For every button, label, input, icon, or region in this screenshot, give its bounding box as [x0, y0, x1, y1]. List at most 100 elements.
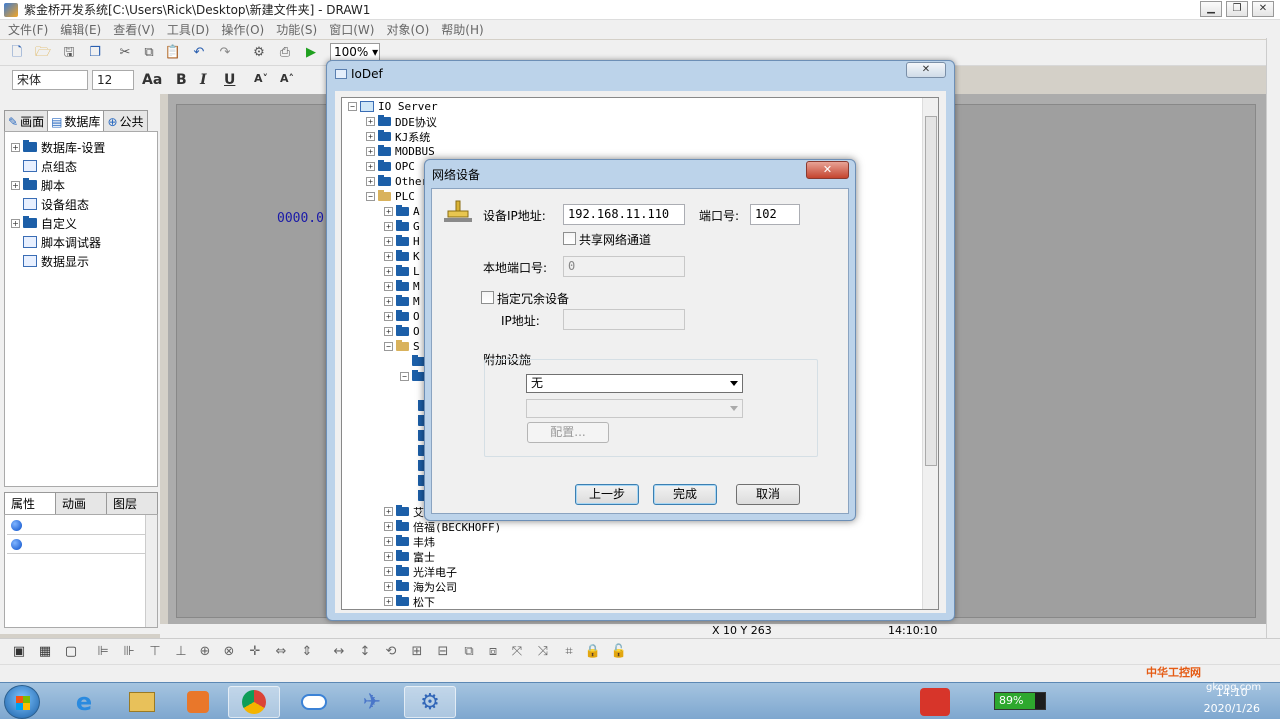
- tree-item-other[interactable]: + Other: [366, 174, 428, 189]
- expand-icon[interactable]: +: [384, 267, 393, 276]
- back-button[interactable]: 上一步: [575, 484, 639, 505]
- mail-icon[interactable]: ✈: [346, 686, 398, 718]
- copy-icon[interactable]: ⧉: [140, 44, 158, 62]
- tree-item-plc-o2[interactable]: + O: [384, 324, 420, 339]
- font-style-icon[interactable]: Aa: [142, 72, 162, 88]
- config-button[interactable]: 配置...: [527, 422, 609, 443]
- tree-item-plc-s[interactable]: − S: [384, 339, 420, 354]
- same-height-icon[interactable]: ⇕: [298, 643, 316, 661]
- font-size-select[interactable]: 12: [92, 70, 134, 90]
- tree-item-plc-m2[interactable]: + M: [384, 294, 420, 309]
- align-bottom-icon[interactable]: ⊥: [172, 643, 190, 661]
- underline-icon[interactable]: U: [224, 72, 235, 88]
- tree-item-plc-k[interactable]: + K: [384, 249, 420, 264]
- app-tray-icon[interactable]: [920, 688, 950, 716]
- fit-icon[interactable]: ▢: [62, 643, 80, 661]
- compile-icon[interactable]: ⚙: [250, 44, 268, 62]
- battery-indicator[interactable]: 89%: [994, 692, 1046, 710]
- tree-item-plc-a[interactable]: + A: [384, 204, 420, 219]
- tree-item-plc[interactable]: − PLC: [366, 189, 415, 204]
- undo-icon[interactable]: ↶: [190, 44, 208, 62]
- menu-file[interactable]: 文件(F): [2, 21, 54, 38]
- expand-icon[interactable]: +: [384, 552, 393, 561]
- tree-item-custom[interactable]: + 自定义: [11, 214, 77, 232]
- menu-window[interactable]: 窗口(W): [323, 21, 380, 38]
- connect-icon[interactable]: ⤧: [508, 643, 526, 661]
- rotate-icon[interactable]: ⟲: [382, 643, 400, 661]
- explorer-icon[interactable]: [116, 686, 168, 718]
- expand-icon[interactable]: +: [11, 218, 20, 228]
- view-mode-icon[interactable]: ▣: [10, 643, 28, 661]
- tree-item-beckhoff[interactable]: + 倍福(BECKHOFF): [384, 519, 501, 534]
- tab-public[interactable]: ⊕ 公共: [103, 110, 148, 133]
- expand-icon[interactable]: +: [384, 222, 393, 231]
- start-button[interactable]: [4, 685, 40, 719]
- align-left-icon[interactable]: ⊫: [94, 643, 112, 661]
- tree-item-plc-m1[interactable]: + M: [384, 279, 420, 294]
- expand-icon[interactable]: +: [384, 567, 393, 576]
- print-icon[interactable]: ⎙: [276, 44, 294, 62]
- expand-icon[interactable]: +: [366, 177, 375, 186]
- collapse-icon[interactable]: −: [366, 192, 375, 201]
- expand-icon[interactable]: +: [366, 162, 375, 171]
- addon-select[interactable]: 无: [526, 374, 743, 393]
- grow-font-icon[interactable]: A˄: [280, 72, 294, 85]
- expand-icon[interactable]: +: [384, 237, 393, 246]
- tree-item-device-config[interactable]: 设备组态: [23, 195, 89, 213]
- vertical-scrollbar[interactable]: [1266, 38, 1280, 638]
- ie-icon[interactable]: e: [58, 686, 110, 718]
- baidu-cloud-icon[interactable]: [288, 686, 340, 718]
- finish-button[interactable]: 完成: [653, 484, 717, 505]
- expand-icon[interactable]: +: [384, 537, 393, 546]
- menu-operation[interactable]: 操作(O): [215, 21, 270, 38]
- tree-item-fengwei[interactable]: + 丰炜: [384, 534, 435, 549]
- expand-icon[interactable]: +: [366, 132, 375, 141]
- flip-v-icon[interactable]: ↕: [356, 643, 374, 661]
- horizontal-scrollbar[interactable]: [0, 664, 1280, 682]
- property-row[interactable]: [7, 536, 145, 554]
- expand-icon[interactable]: +: [384, 312, 393, 321]
- tree-item-kj[interactable]: + KJ系统: [366, 129, 430, 144]
- menu-tools[interactable]: 工具(D): [161, 21, 216, 38]
- tree-item-plc-h[interactable]: + H: [384, 234, 420, 249]
- expand-icon[interactable]: +: [384, 207, 393, 216]
- redo-icon[interactable]: ↷: [216, 44, 234, 62]
- tree-item-dde[interactable]: + DDE协议: [366, 114, 437, 129]
- tab-layers[interactable]: 图层: [106, 492, 158, 515]
- expand-icon[interactable]: +: [384, 582, 393, 591]
- tree-item-data-display[interactable]: 数据显示: [23, 252, 89, 270]
- unlock-icon[interactable]: 🔓: [610, 643, 628, 661]
- tree-item-io-server[interactable]: − IO Server: [348, 99, 438, 114]
- same-width-icon[interactable]: ⇔: [272, 643, 290, 661]
- tab-animation[interactable]: 动画: [55, 492, 107, 515]
- chrome-icon[interactable]: [228, 686, 280, 718]
- run-icon[interactable]: ▶: [302, 44, 320, 62]
- expand-icon[interactable]: +: [366, 147, 375, 156]
- io-tree-scrollbar[interactable]: [922, 98, 938, 609]
- tab-database[interactable]: ▤ 数据库: [47, 110, 105, 133]
- expand-icon[interactable]: +: [11, 142, 20, 152]
- align-right-icon[interactable]: ⊪: [120, 643, 138, 661]
- share-channel-checkbox[interactable]: [563, 232, 576, 245]
- expand-icon[interactable]: +: [366, 117, 375, 126]
- property-scrollbar[interactable]: [145, 515, 157, 627]
- tree-item-fuji[interactable]: + 富士: [384, 549, 435, 564]
- expand-icon[interactable]: +: [384, 252, 393, 261]
- group-icon[interactable]: ⊞: [408, 643, 426, 661]
- break-icon[interactable]: ⤨: [534, 643, 552, 661]
- expand-icon[interactable]: +: [11, 180, 20, 190]
- tree-item-script[interactable]: + 脚本: [11, 176, 65, 194]
- align-center-icon[interactable]: ⊕: [196, 643, 214, 661]
- tree-item-script-debugger[interactable]: 脚本调试器: [23, 233, 101, 251]
- align-middle-icon[interactable]: ⊗: [220, 643, 238, 661]
- collapse-icon[interactable]: −: [348, 102, 357, 111]
- media-player-icon[interactable]: [172, 686, 224, 718]
- paste-icon[interactable]: 📋: [164, 44, 182, 62]
- tree-item-ai[interactable]: + 艾: [384, 504, 424, 519]
- grid-icon[interactable]: ▦: [36, 643, 54, 661]
- italic-icon[interactable]: I: [200, 72, 207, 88]
- iodef-close-button[interactable]: ✕: [906, 62, 946, 78]
- shrink-font-icon[interactable]: A˅: [254, 72, 268, 85]
- menu-help[interactable]: 帮助(H): [435, 21, 489, 38]
- cut-icon[interactable]: ✂: [116, 44, 134, 62]
